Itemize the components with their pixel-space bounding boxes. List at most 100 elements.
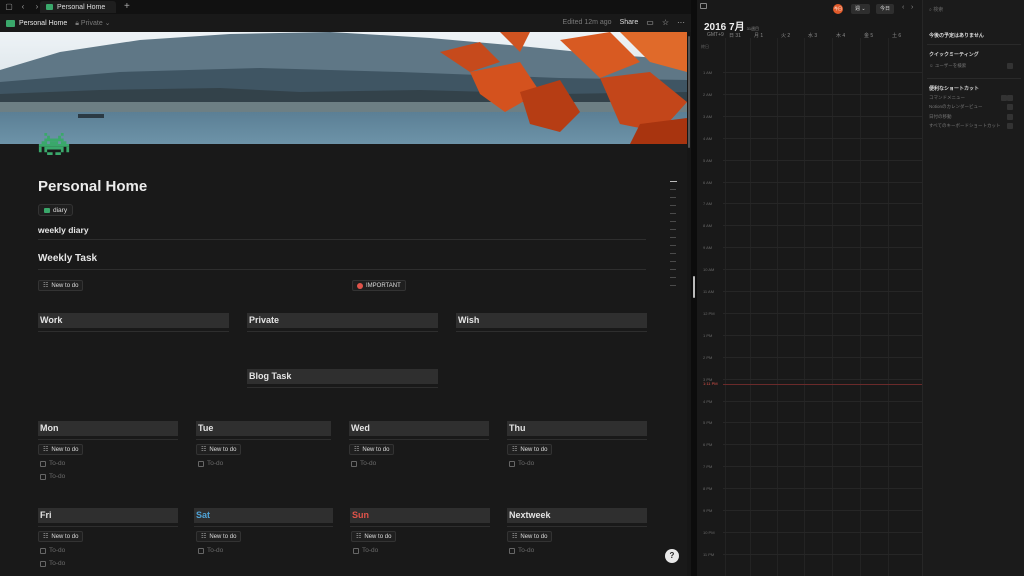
todo-item[interactable]: To-do bbox=[40, 460, 65, 467]
checkbox[interactable] bbox=[509, 460, 515, 467]
new-todo-button[interactable]: ☷ New to do bbox=[38, 280, 84, 291]
shortcut-command-menu[interactable]: コマンドメニュー bbox=[929, 95, 1017, 101]
comment-icon[interactable]: ▭ bbox=[646, 18, 654, 27]
checkbox[interactable] bbox=[198, 547, 204, 554]
no-events-label: 今後の予定はありません bbox=[929, 33, 984, 39]
checkbox[interactable] bbox=[40, 560, 46, 567]
panel-toggle-icon[interactable] bbox=[700, 3, 707, 9]
hour-line bbox=[723, 357, 922, 358]
todo-item[interactable]: To-do bbox=[40, 560, 65, 567]
page-title[interactable]: Personal Home bbox=[38, 178, 147, 195]
checkbox[interactable] bbox=[40, 547, 46, 554]
privacy-badge[interactable]: 🔒︎ Private ⌄ bbox=[75, 19, 110, 28]
day-column-line bbox=[750, 38, 751, 576]
checkbox[interactable] bbox=[509, 547, 515, 554]
checkbox[interactable] bbox=[351, 460, 357, 467]
scrollbar-thumb[interactable] bbox=[688, 36, 690, 148]
todo-item[interactable]: To-do bbox=[351, 460, 376, 467]
hour-line bbox=[723, 247, 922, 248]
column-work[interactable]: Work bbox=[38, 313, 229, 332]
column-blog-task[interactable]: Blog Task bbox=[247, 369, 438, 388]
space-invader-icon[interactable] bbox=[38, 133, 70, 155]
hour-line bbox=[723, 291, 922, 292]
column-mon[interactable]: Mon bbox=[38, 421, 178, 440]
shortcut-all-keyboard[interactable]: すべてのキーボードショートカット bbox=[929, 123, 1017, 129]
calendar-day-header[interactable]: 金 5 bbox=[864, 32, 873, 39]
checkbox[interactable] bbox=[353, 547, 359, 554]
divider bbox=[927, 78, 1021, 79]
column-sat[interactable]: Sat bbox=[194, 508, 333, 527]
more-icon[interactable]: ··· bbox=[677, 18, 685, 27]
back-icon[interactable]: ‹ bbox=[18, 2, 28, 12]
shortcut-date-move[interactable]: 日付の移動 bbox=[929, 114, 1017, 120]
tab-personal-home[interactable]: Personal Home bbox=[40, 1, 116, 13]
column-tue[interactable]: Tue bbox=[196, 421, 331, 440]
new-todo-button[interactable]: ☷ New to do bbox=[196, 531, 242, 542]
todo-item[interactable]: To-do bbox=[40, 547, 65, 554]
calendar-day-header[interactable]: 木 4 bbox=[836, 32, 845, 39]
calendar-week-grid[interactable]: 2016 7月 31週目 今日 週 ⌄ 今日 ‹ › GMT+9 終日 日 31 月… bbox=[697, 0, 922, 576]
column-nextweek[interactable]: Nextweek bbox=[507, 508, 647, 527]
checkbox[interactable] bbox=[40, 473, 46, 480]
breadcrumb-title[interactable]: Personal Home bbox=[19, 20, 67, 27]
calendar-day-header[interactable]: 火 2 bbox=[781, 32, 790, 39]
avatar[interactable]: 今日 bbox=[833, 4, 843, 14]
help-button[interactable]: ? bbox=[665, 549, 679, 563]
new-todo-button[interactable]: ☷ New to do bbox=[351, 531, 397, 542]
column-sun[interactable]: Sun bbox=[350, 508, 490, 527]
page-topbar: Personal Home 🔒︎ Private ⌄ Edited 12m ag… bbox=[0, 14, 691, 32]
diary-tag[interactable]: diary bbox=[38, 204, 74, 216]
table-of-contents[interactable] bbox=[670, 181, 678, 293]
todo-item[interactable]: To-do bbox=[509, 460, 534, 467]
hour-line bbox=[723, 422, 922, 423]
todo-placeholder: To-do bbox=[518, 460, 535, 467]
today-button[interactable]: 今日 bbox=[876, 4, 895, 14]
shortcut-key bbox=[1007, 114, 1013, 120]
new-todo-label: New to do bbox=[520, 533, 548, 540]
column-wish[interactable]: Wish bbox=[456, 313, 647, 332]
new-todo-label: New to do bbox=[209, 533, 237, 540]
new-todo-button[interactable]: ☷ New to do bbox=[38, 531, 84, 542]
weekly-diary-heading[interactable]: weekly diary bbox=[38, 225, 89, 235]
new-todo-button[interactable]: ☷ New to do bbox=[196, 444, 242, 455]
new-todo-button[interactable]: ☷ New to do bbox=[38, 444, 84, 455]
shortcut-calendar-view[interactable]: Notionのカレンダービュー bbox=[929, 104, 1017, 110]
hour-label: 1 AM bbox=[703, 70, 713, 75]
list-icon: ☷ bbox=[512, 447, 518, 453]
tab-label: Personal Home bbox=[57, 3, 106, 11]
todo-item[interactable]: To-do bbox=[509, 547, 534, 554]
share-button[interactable]: Share bbox=[620, 19, 639, 26]
new-todo-button[interactable]: ☷ New to do bbox=[349, 444, 395, 455]
next-week-icon[interactable]: › bbox=[911, 4, 913, 11]
column-thu[interactable]: Thu bbox=[507, 421, 647, 440]
todo-item[interactable]: To-do bbox=[198, 547, 223, 554]
calendar-day-header[interactable]: 月 1 bbox=[754, 32, 763, 39]
quick-meeting-search[interactable]: ☺ ユーザーを検索 bbox=[929, 63, 1017, 69]
todo-item[interactable]: To-do bbox=[40, 473, 65, 480]
calendar-search[interactable]: ⌕ 検索 bbox=[929, 6, 943, 13]
new-todo-label: New to do bbox=[362, 446, 390, 453]
new-tab-button[interactable]: + bbox=[124, 1, 130, 12]
calendar-day-header[interactable]: 水 3 bbox=[808, 32, 817, 39]
todo-item[interactable]: To-do bbox=[198, 460, 223, 467]
column-wed[interactable]: Wed bbox=[349, 421, 489, 440]
column-fri[interactable]: Fri bbox=[38, 508, 178, 527]
new-todo-button[interactable]: ☷ New to do bbox=[507, 444, 553, 455]
new-todo-button[interactable]: ☷ New to do bbox=[507, 531, 553, 542]
resize-handle[interactable] bbox=[693, 276, 695, 298]
view-select[interactable]: 週 ⌄ bbox=[851, 4, 870, 14]
checkbox[interactable] bbox=[40, 460, 46, 467]
sidebar-toggle-icon[interactable]: ▢ bbox=[4, 2, 14, 12]
important-button[interactable]: IMPORTANT bbox=[352, 280, 406, 291]
column-private[interactable]: Private bbox=[247, 313, 438, 332]
calendar-day-header[interactable]: 土 6 bbox=[892, 32, 901, 39]
weekly-task-heading[interactable]: Weekly Task bbox=[38, 253, 97, 264]
prev-week-icon[interactable]: ‹ bbox=[902, 4, 904, 11]
checkbox[interactable] bbox=[198, 460, 204, 467]
list-icon: ☷ bbox=[356, 534, 362, 540]
hour-line bbox=[723, 72, 922, 73]
todo-item[interactable]: To-do bbox=[353, 547, 378, 554]
calendar-side-panel: ⌕ 検索 今後の予定はありません クイックミーティング ☺ ユーザーを検索 便利… bbox=[922, 0, 1024, 576]
calendar-day-header[interactable]: 日 31 bbox=[729, 32, 741, 39]
star-icon[interactable]: ☆ bbox=[662, 18, 669, 27]
